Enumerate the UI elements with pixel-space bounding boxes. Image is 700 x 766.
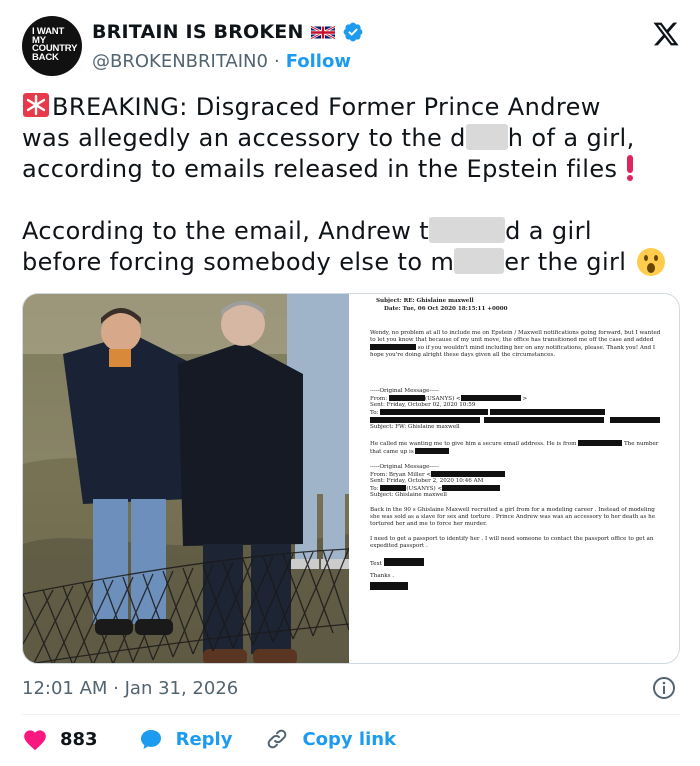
avatar[interactable]: I WANT MY COUNTRY BACK	[22, 16, 82, 76]
action-bar: 883 Reply Copy link	[22, 724, 680, 754]
tweet-text: BREAKING: Disgraced Former Prince Andrew…	[22, 92, 682, 278]
doc-orig-2: -----Original Message-----	[370, 464, 439, 470]
doc-body-1: Wendy, no problem at all to include me o…	[370, 330, 661, 358]
doc-called: He called me wanting me to give him a se…	[370, 440, 659, 455]
display-name[interactable]: BRITAIN IS BROKEN	[92, 21, 304, 43]
doc-orig-1: -----Original Message-----	[370, 388, 439, 394]
avatar-text: I WANT MY COUNTRY BACK	[32, 26, 78, 63]
copy-link-label: Copy link	[302, 728, 397, 750]
doc-text: Text	[370, 558, 424, 568]
doc-body-3: I need to get a passport to identify her…	[370, 536, 654, 549]
divider	[22, 714, 680, 715]
follow-button[interactable]: Follow	[286, 51, 351, 72]
doc-subject: Subject: RE: Ghislaine maxwell	[376, 298, 474, 304]
doc-subj-2: Subject: Ghislaine maxwell	[370, 492, 447, 498]
doc-thanks: Thanks .	[370, 573, 395, 579]
reply-button[interactable]: Reply	[138, 727, 233, 751]
like-button[interactable]: 883	[22, 727, 98, 751]
name-row: BRITAIN IS BROKEN	[92, 21, 364, 43]
x-logo-icon[interactable]	[652, 20, 680, 48]
photo-image[interactable]	[23, 294, 349, 664]
doc-subj-1: Subject: FW: Ghislaine maxwell	[370, 424, 460, 430]
tweet-header: I WANT MY COUNTRY BACK BRITAIN IS BROKEN…	[22, 16, 682, 78]
tweet-line-1: BREAKING: Disgraced Former Prince Andrew	[22, 92, 682, 123]
email-document-image: Subject: RE: Ghislaine maxwell Date: Tue…	[350, 294, 679, 663]
doc-date: Date: Tue, 06 Oct 2020 18:15:11 +0000	[384, 306, 508, 312]
media-attachment[interactable]: Subject: RE: Ghislaine maxwell Date: Tue…	[22, 293, 680, 664]
blurred-word	[429, 217, 506, 243]
handle-row: @BROKENBRITAIN0 · Follow	[92, 51, 351, 72]
blurred-word	[465, 124, 508, 150]
siren-icon	[23, 93, 49, 117]
separator-dot: ·	[273, 51, 280, 72]
handle[interactable]: @BROKENBRITAIN0	[92, 51, 268, 72]
doc-sent-2: Sent: Friday, October 2, 2020 10:46 AM	[370, 478, 484, 484]
heart-icon	[24, 730, 46, 751]
exclamation-icon	[627, 155, 634, 181]
info-icon[interactable]	[652, 676, 676, 700]
blurred-word	[454, 248, 505, 274]
reply-label: Reply	[175, 728, 233, 750]
doc-sent-1: Sent: Friday, October 02, 2020 10:59	[370, 402, 476, 408]
tweet-line-4: According to the email, Andrew td a girl	[22, 217, 592, 245]
like-count: 883	[60, 728, 98, 750]
tweet-line-3: according to emails released in the Epst…	[22, 154, 682, 185]
doc-to-1: To:	[370, 409, 606, 417]
tweet-line-5: before forcing somebody else to m er the …	[22, 247, 682, 278]
copy-link-button[interactable]: Copy link	[264, 727, 396, 751]
link-icon	[268, 729, 287, 749]
astonished-face-icon	[637, 248, 666, 276]
verified-badge-icon	[343, 22, 362, 42]
timestamp[interactable]: 12:01 AM · Jan 31, 2026	[22, 678, 238, 699]
tweet-line-2: was allegedly an accessory to the dh of …	[22, 124, 635, 152]
doc-body-2: Back in the 90 s Ghislaine Maxwell recru…	[370, 507, 656, 527]
reply-bubble-icon	[140, 730, 161, 749]
uk-flag-icon	[310, 24, 335, 40]
timestamp-row: 12:01 AM · Jan 31, 2026	[22, 676, 680, 702]
